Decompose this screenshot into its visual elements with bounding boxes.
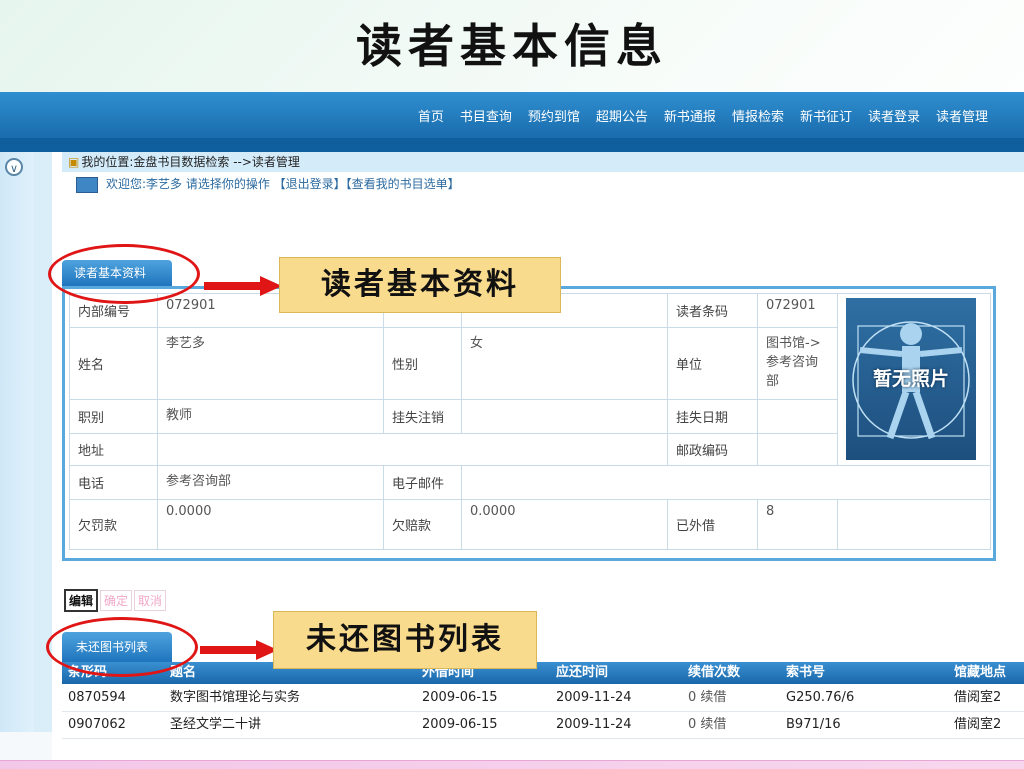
name-label: 姓名 bbox=[69, 327, 158, 400]
empty-cell bbox=[837, 499, 991, 550]
col-due-date: 应还时间 bbox=[556, 665, 609, 680]
welcome-text[interactable]: 欢迎您:李艺多 请选择你的操作 【退出登录】【查看我的书目选单】 bbox=[106, 177, 460, 191]
nav-reader-login[interactable]: 读者登录 bbox=[868, 106, 920, 125]
highlight-ring-loans bbox=[46, 617, 198, 677]
loss-cancel-value bbox=[461, 399, 668, 434]
borrowed-value: 8 bbox=[757, 499, 838, 550]
cell-title[interactable]: 圣经文学二十讲 bbox=[170, 712, 261, 738]
postcode-label: 邮政编码 bbox=[667, 433, 758, 466]
cancel-button[interactable]: 取消 bbox=[134, 590, 167, 611]
email-label: 电子邮件 bbox=[383, 465, 462, 500]
cell-barcode: 0870594 bbox=[68, 690, 126, 705]
loss-cancel-label: 挂失注销 bbox=[383, 399, 462, 434]
sidebar-stripe bbox=[34, 152, 52, 768]
compensation-label: 欠赔款 bbox=[383, 499, 462, 550]
cell-loan-date: 2009-06-15 bbox=[422, 717, 498, 732]
name-value: 李艺多 bbox=[157, 327, 384, 400]
cell-loan-date: 2009-06-15 bbox=[422, 690, 498, 705]
arrow-right-icon bbox=[204, 276, 282, 296]
address-label: 地址 bbox=[69, 433, 158, 466]
table-row: 0870594 数字图书馆理论与实务 2009-06-15 2009-11-24… bbox=[62, 685, 1024, 712]
photo-placeholder-text: 暂无照片 bbox=[872, 368, 949, 390]
highlight-ring-basic bbox=[48, 244, 200, 304]
fine-value: 0.0000 bbox=[157, 499, 384, 550]
reader-photo-placeholder: 暂无照片 bbox=[846, 298, 976, 460]
left-sidebar: ∨ bbox=[0, 152, 52, 768]
unit-label: 单位 bbox=[667, 327, 758, 400]
cell-call-number: G250.76/6 bbox=[786, 690, 855, 705]
address-value bbox=[157, 433, 668, 466]
nav-home[interactable]: 首页 bbox=[418, 106, 444, 125]
fine-label: 欠罚款 bbox=[69, 499, 158, 550]
welcome-line: 欢迎您:李艺多 请选择你的操作 【退出登录】【查看我的书目选单】 bbox=[76, 174, 460, 194]
nav-reservation[interactable]: 预约到馆 bbox=[528, 106, 580, 125]
barcode-label: 读者条码 bbox=[667, 293, 758, 328]
loans-table-header: 条形码 题名 外借时间 应还时间 续借次数 索书号 馆藏地点 bbox=[62, 662, 1024, 684]
cell-location: 借阅室2 bbox=[954, 717, 1002, 732]
edit-button[interactable]: 编辑 bbox=[64, 589, 99, 612]
cell-renewals[interactable]: 0 续借 bbox=[688, 685, 726, 711]
cell-due-date: 2009-11-24 bbox=[556, 717, 632, 732]
collapse-chevron-icon[interactable]: ∨ bbox=[5, 158, 23, 176]
col-renewals: 续借次数 bbox=[688, 665, 741, 680]
top-navigation: 首页 书目查询 预约到馆 超期公告 新书通报 情报检索 新书征订 读者登录 读者… bbox=[0, 92, 1024, 138]
barcode-value: 072901 bbox=[757, 293, 838, 328]
postcode-value bbox=[757, 433, 838, 466]
cell-location: 借阅室2 bbox=[954, 690, 1002, 705]
slide-title: 读者基本信息 bbox=[356, 19, 668, 73]
nav-catalog-search[interactable]: 书目查询 bbox=[460, 106, 512, 125]
callout-unreturned-books: 未还图书列表 bbox=[273, 611, 537, 669]
breadcrumb-text: 我的位置:金盘书目数据检索 -->读者管理 bbox=[81, 155, 300, 169]
loss-date-value bbox=[757, 399, 838, 434]
nav-underbar bbox=[0, 138, 1024, 152]
phone-label: 电话 bbox=[69, 465, 158, 500]
arrow-right-icon bbox=[200, 640, 278, 660]
home-lock-icon: ▣ bbox=[68, 155, 80, 169]
unit-value: 图书馆->参考咨询部 bbox=[757, 327, 838, 400]
phone-value: 参考咨询部 bbox=[157, 465, 384, 500]
cell-renewals[interactable]: 0 续借 bbox=[688, 712, 726, 738]
nav-reader-manage[interactable]: 读者管理 bbox=[936, 106, 988, 125]
confirm-button[interactable]: 确定 bbox=[100, 590, 133, 611]
nav-info-search[interactable]: 情报检索 bbox=[732, 106, 784, 125]
user-picture-icon bbox=[76, 176, 98, 193]
nav-new-books[interactable]: 新书通报 bbox=[664, 106, 716, 125]
cell-call-number: B971/16 bbox=[786, 717, 841, 732]
gender-value: 女 bbox=[461, 327, 668, 400]
nav-book-order[interactable]: 新书征订 bbox=[800, 106, 852, 125]
borrowed-label: 已外借 bbox=[667, 499, 758, 550]
action-buttons: 编辑 确定 取消 bbox=[64, 589, 168, 612]
email-value bbox=[461, 465, 991, 500]
col-call-number: 索书号 bbox=[786, 665, 826, 680]
title-value: 教师 bbox=[157, 399, 384, 434]
table-row: 0907062 圣经文学二十讲 2009-06-15 2009-11-24 0 … bbox=[62, 712, 1024, 739]
nav-overdue-notice[interactable]: 超期公告 bbox=[596, 106, 648, 125]
cell-title[interactable]: 数字图书馆理论与实务 bbox=[170, 685, 300, 711]
col-location: 馆藏地点 bbox=[954, 665, 1007, 680]
title-label: 职别 bbox=[69, 399, 158, 434]
breadcrumb: ▣ 我的位置:金盘书目数据检索 -->读者管理 bbox=[62, 152, 1024, 172]
callout-basic-info: 读者基本资料 bbox=[279, 257, 561, 313]
sidebar-footer bbox=[0, 732, 52, 762]
gender-label: 性别 bbox=[383, 327, 462, 400]
compensation-value: 0.0000 bbox=[461, 499, 668, 550]
loss-date-label: 挂失日期 bbox=[667, 399, 758, 434]
cell-due-date: 2009-11-24 bbox=[556, 690, 632, 705]
cell-barcode: 0907062 bbox=[68, 717, 126, 732]
